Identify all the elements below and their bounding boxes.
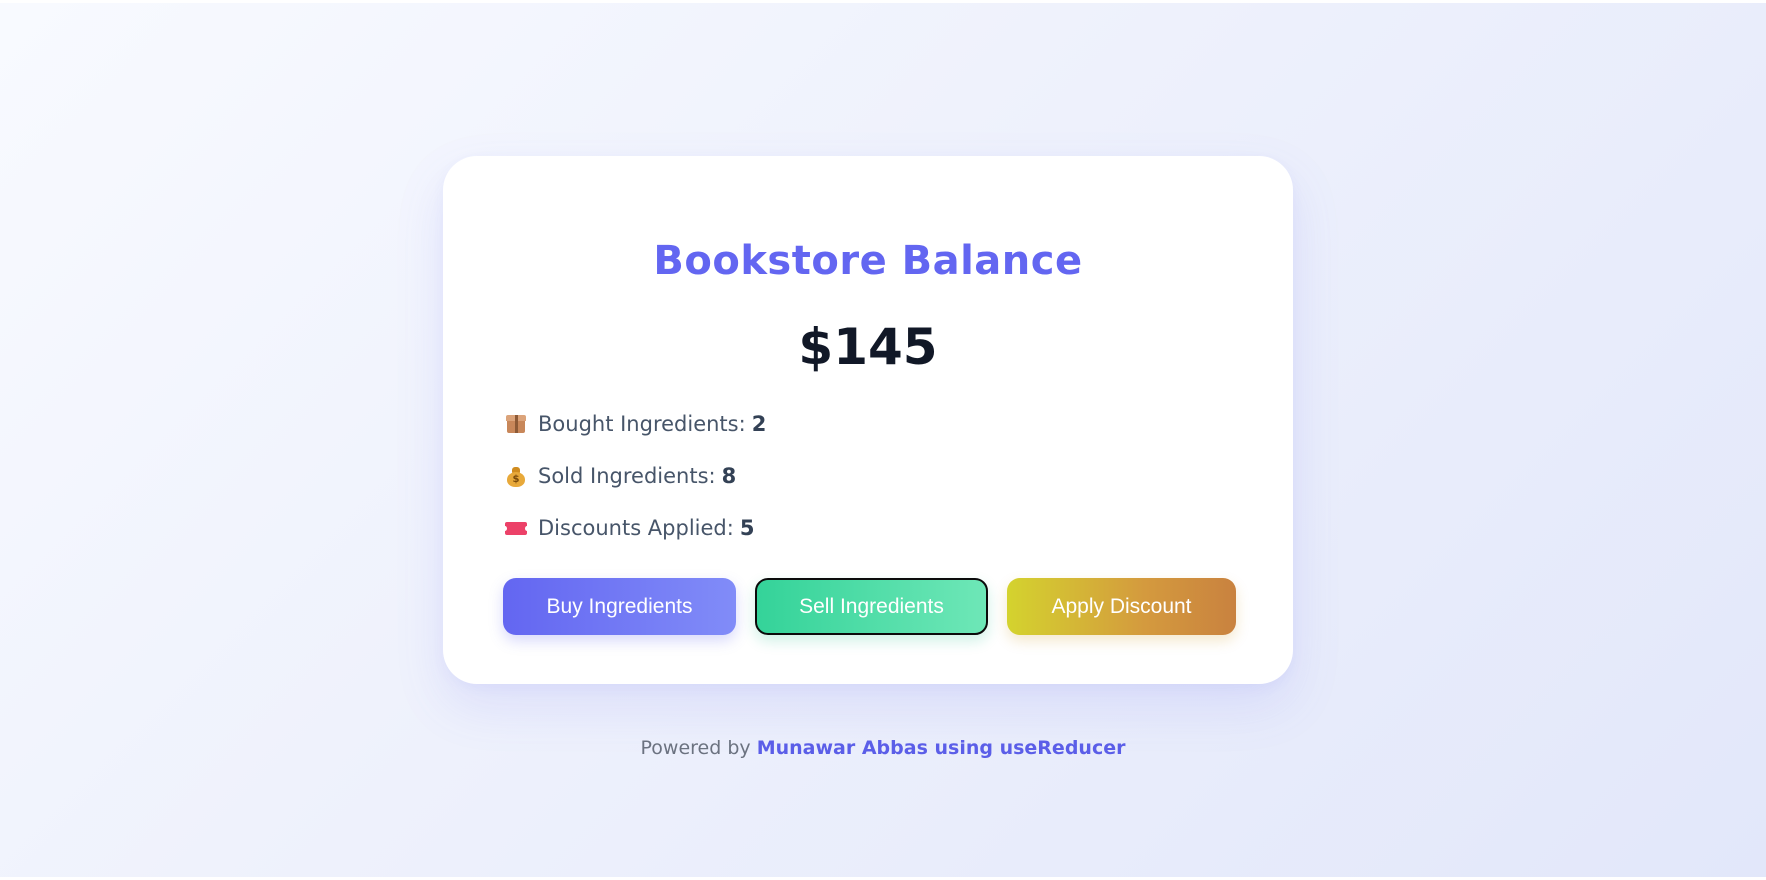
stat-sold-ingredients: $ Sold Ingredients: 8: [505, 460, 766, 492]
stat-value: 5: [739, 516, 755, 540]
stat-bought-ingredients: Bought Ingredients: 2: [505, 408, 766, 440]
apply-discount-button[interactable]: Apply Discount: [1007, 578, 1236, 635]
buy-ingredients-button[interactable]: Buy Ingredients: [503, 578, 736, 635]
sell-ingredients-button[interactable]: Sell Ingredients: [755, 578, 988, 635]
package-icon: [505, 413, 527, 435]
footer-author: Munawar Abbas using useReducer: [756, 737, 1126, 759]
top-edge: [0, 0, 1766, 3]
page-title: Bookstore Balance: [653, 238, 1083, 284]
balance-card: Bookstore Balance $145 Bought Ingredient…: [443, 156, 1293, 684]
stat-label: Discounts Applied:: [538, 516, 734, 540]
footer-prefix: Powered by: [640, 737, 751, 759]
stat-label: Bought Ingredients:: [538, 412, 746, 436]
balance-amount: $145: [798, 318, 938, 376]
action-buttons: Buy Ingredients Sell Ingredients Apply D…: [503, 578, 1236, 635]
ticket-icon: [503, 517, 529, 539]
money-bag-icon: $: [505, 465, 527, 487]
stat-value: 8: [721, 464, 737, 488]
stat-discounts-applied: Discounts Applied: 5: [503, 512, 766, 544]
stat-value: 2: [751, 412, 767, 436]
stat-label: Sold Ingredients:: [538, 464, 716, 488]
footer: Powered by Munawar Abbas using useReduce…: [0, 737, 1766, 759]
stats-list: Bought Ingredients: 2 $ Sold Ingredients…: [503, 408, 766, 564]
